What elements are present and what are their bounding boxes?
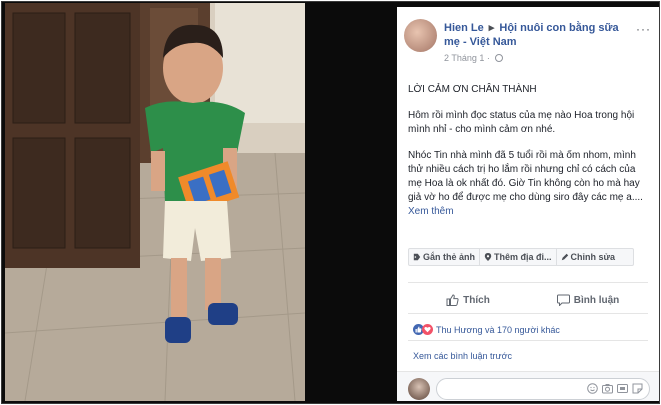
divider — [408, 282, 648, 283]
edit-photo-label: Chỉnh sửa — [570, 252, 616, 262]
post-action-row: Thích Bình luận — [408, 290, 648, 310]
post-paragraph: Nhóc Tin nhà mình đã 5 tuổi rồi mà ốm nh… — [408, 149, 648, 219]
comment-tools — [587, 383, 643, 394]
post-side-panel: Hien Le ▸ Hội nuôi con bằng sữa mẹ - Việ… — [397, 7, 659, 401]
reactions-summary[interactable]: Thu Hương và 170 người khác — [413, 324, 560, 335]
photo-scene-child-holding-syrup — [5, 3, 305, 401]
see-more-link[interactable]: Xem thêm — [408, 206, 454, 217]
comment-input[interactable] — [436, 378, 650, 400]
post-paragraph-text: Nhóc Tin nhà mình đã 5 tuổi rồi mà ốm nh… — [408, 150, 643, 203]
pencil-icon — [561, 253, 568, 261]
love-reaction-icon — [422, 324, 433, 335]
gif-icon[interactable] — [617, 383, 628, 394]
comment-button[interactable]: Bình luận — [528, 290, 648, 310]
comment-composer — [397, 371, 659, 401]
author-avatar[interactable] — [404, 19, 437, 52]
post-photo[interactable] — [5, 3, 305, 401]
camera-icon[interactable] — [602, 383, 613, 394]
emoji-icon[interactable] — [587, 383, 598, 394]
post-paragraph: Hôm rồi mình đọc status của mẹ nào Hoa t… — [408, 110, 635, 135]
tag-icon — [413, 253, 421, 261]
divider — [408, 340, 648, 341]
edit-photo-button[interactable]: Chỉnh sửa — [557, 249, 620, 265]
privacy-globe-icon[interactable] — [495, 54, 504, 62]
post-paragraph: LỜI CẢM ƠN CHÂN THÀNH — [408, 84, 537, 95]
add-location-button[interactable]: Thêm địa đi... — [480, 249, 557, 265]
post-date-link[interactable]: 2 Tháng 1 — [444, 53, 484, 63]
like-button[interactable]: Thích — [408, 290, 528, 310]
photo-actions-bar: Gắn thẻ ảnh Thêm địa đi... Chỉnh sửa — [408, 248, 634, 266]
post-meta: 2 Tháng 1 · — [444, 53, 504, 63]
add-location-label: Thêm địa đi... — [494, 252, 552, 262]
current-user-avatar — [408, 378, 430, 400]
location-pin-icon — [484, 253, 492, 261]
post-body: LỜI CẢM ƠN CHÂN THÀNH Hôm rồi mình đọc s… — [408, 83, 648, 231]
thumbs-up-icon — [446, 294, 459, 306]
divider — [408, 313, 648, 314]
more-options-button[interactable]: ··· — [636, 22, 651, 36]
author-name-link[interactable]: Hien Le — [444, 22, 484, 34]
tag-photo-button[interactable]: Gắn thẻ ảnh — [409, 249, 481, 265]
comment-label: Bình luận — [573, 294, 620, 306]
share-to-arrow-icon: ▸ — [488, 22, 495, 34]
view-previous-comments-link[interactable]: Xem các bình luận trước — [413, 351, 512, 361]
meta-separator: · — [486, 53, 490, 63]
reactions-text: Thu Hương và 170 người khác — [436, 324, 560, 335]
comment-bubble-icon — [556, 294, 570, 306]
tag-photo-label: Gắn thẻ ảnh — [423, 252, 476, 262]
like-label: Thích — [463, 294, 490, 306]
post-header: Hien Le ▸ Hội nuôi con bằng sữa mẹ - Việ… — [444, 21, 634, 49]
sticker-icon[interactable] — [632, 383, 643, 394]
